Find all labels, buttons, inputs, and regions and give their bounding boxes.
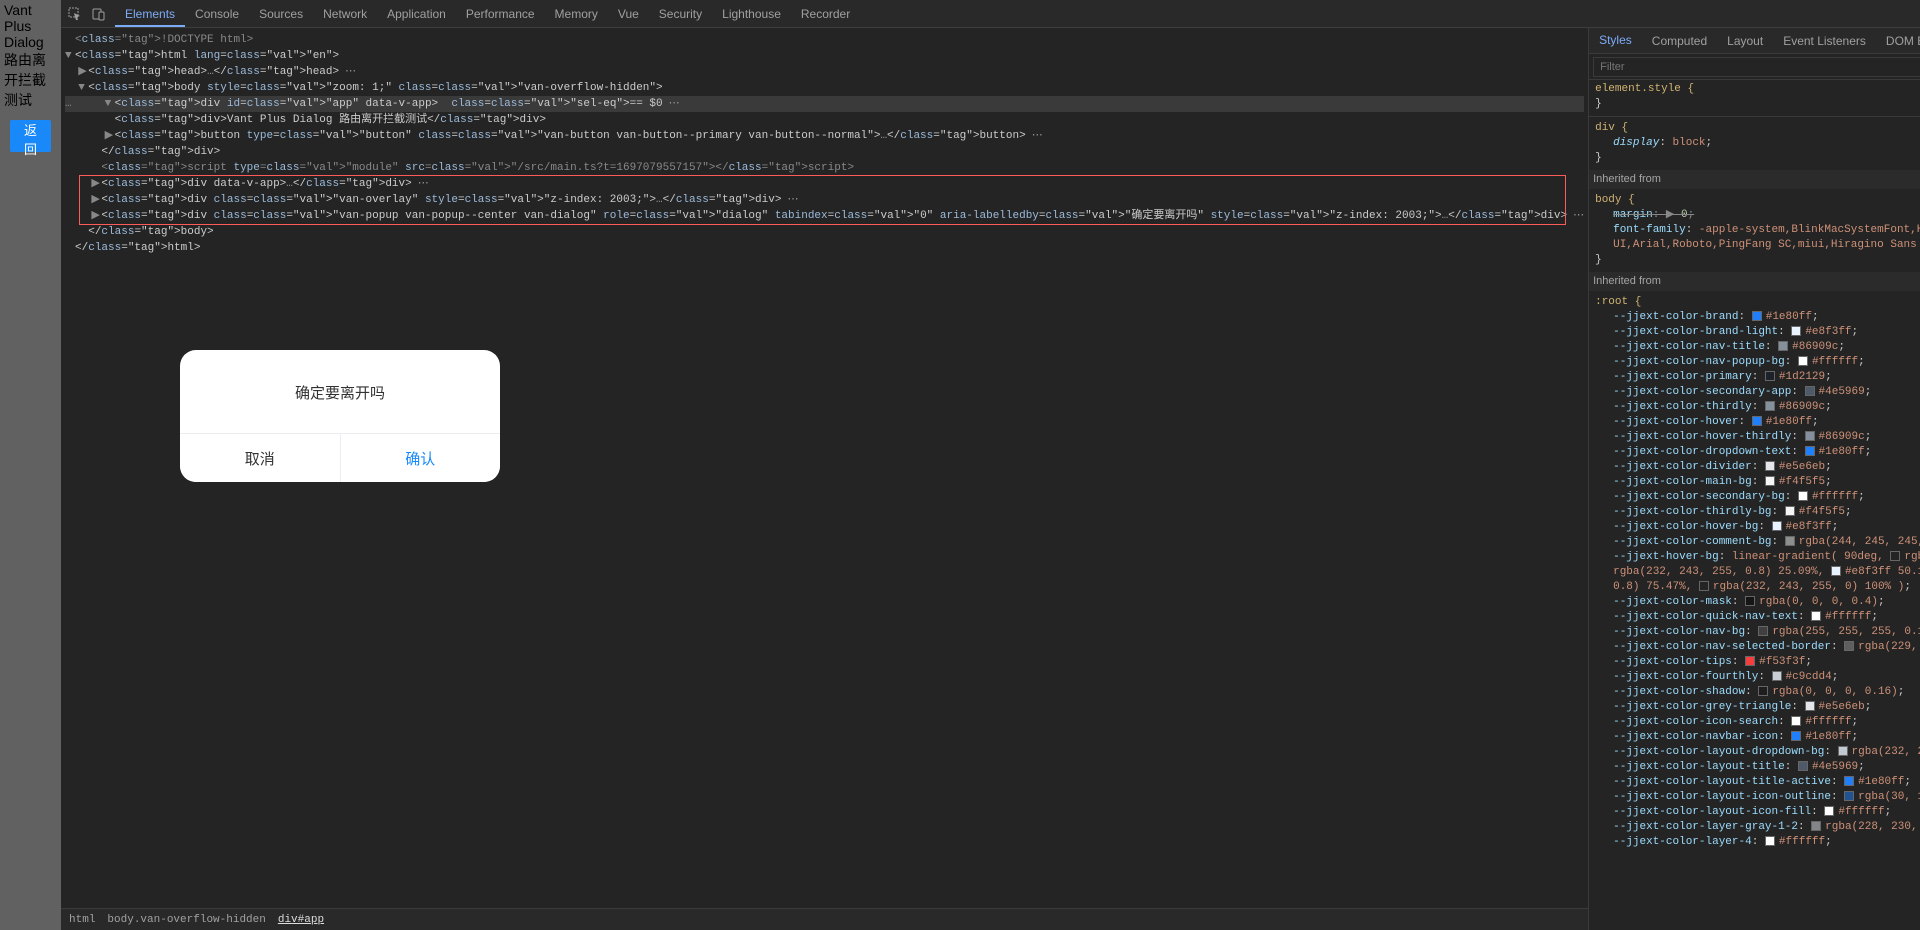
style-rules[interactable]: element.style {}user agent stylesheetdiv… [1589,80,1920,930]
dom-line[interactable]: <class="tag">div>Vant Plus Dialog 路由离开拦截… [65,112,1584,128]
breadcrumb-item[interactable]: body.van-overflow-hidden [107,914,265,926]
dom-tree[interactable]: <class="tag">!DOCTYPE html>▼<class="tag"… [61,28,1588,260]
styles-subtabs: StylesComputedLayoutEvent ListenersDOM B… [1589,28,1920,54]
app-header: Vant Plus Dialog 路由离开拦截测试 [0,0,61,112]
dom-line[interactable]: <class="tag">script type=class="val">"mo… [65,160,1584,176]
dom-line[interactable]: <class="tag">!DOCTYPE html> [65,32,1584,48]
breadcrumb-item[interactable]: html [69,914,95,926]
devtools-tab-sources[interactable]: Sources [249,0,313,27]
styles-filter-input[interactable] [1593,57,1920,77]
device-toggle-icon[interactable] [91,6,107,22]
devtools-tab-performance[interactable]: Performance [456,0,545,27]
styles-subtab-event-listeners[interactable]: Event Listeners [1773,28,1876,54]
dom-line[interactable]: ▼<class="tag">body style=class="val">"zo… [65,80,1584,96]
dom-line[interactable]: ▼<class="tag">html lang=class="val">"en"… [65,48,1584,64]
devtools-tab-security[interactable]: Security [649,0,712,27]
dom-line[interactable]: ▶<class="tag">div class=class="val">"van… [65,192,1584,208]
devtools-tab-lighthouse[interactable]: Lighthouse [712,0,791,27]
styles-subtab-computed[interactable]: Computed [1642,28,1717,54]
back-button[interactable]: 返回 [10,120,51,152]
styles-subtab-layout[interactable]: Layout [1717,28,1773,54]
devtools-toolbar: ElementsConsoleSourcesNetworkApplication… [61,0,1920,28]
styles-subtab-styles[interactable]: Styles [1589,28,1642,54]
devtools-tab-recorder[interactable]: Recorder [791,0,860,27]
elements-dom-column: <class="tag">!DOCTYPE html>▼<class="tag"… [61,28,1588,930]
dom-line[interactable]: ▶<class="tag">div data-v-app>…</class="t… [65,176,1584,192]
devtools-tab-network[interactable]: Network [313,0,377,27]
dom-line[interactable]: </class="tag">html> [65,240,1584,256]
devtools-tabs: ElementsConsoleSourcesNetworkApplication… [115,0,1920,27]
dom-line[interactable]: </class="tag">div> [65,144,1584,160]
devtools-panel: ElementsConsoleSourcesNetworkApplication… [61,0,1920,930]
inspect-icon[interactable] [67,6,83,22]
devtools-tab-memory[interactable]: Memory [545,0,608,27]
devtools-tab-console[interactable]: Console [185,0,249,27]
styles-subtab-dom-breakpoints[interactable]: DOM Breakpoints [1876,28,1920,54]
app-preview-panel: Vant Plus Dialog 路由离开拦截测试 返回 确定要离开吗 取消 确… [0,0,61,930]
devtools-tab-vue[interactable]: Vue [608,0,649,27]
dom-line[interactable]: … ▼<class="tag">div id=class="val">"app"… [65,96,1584,112]
styles-column: StylesComputedLayoutEvent ListenersDOM B… [1588,28,1920,930]
breadcrumb-item[interactable]: div#app [278,914,324,926]
dom-line[interactable]: ▶<class="tag">div class=class="val">"van… [65,208,1584,224]
styles-filter-row: :hov .cls ＋ [1589,54,1920,80]
dom-line[interactable]: </class="tag">body> [65,224,1584,240]
devtools-tab-elements[interactable]: Elements [115,0,185,27]
dom-line[interactable]: ▶<class="tag">head>…</class="tag">head>⋯ [65,64,1584,80]
devtools-tab-application[interactable]: Application [377,0,456,27]
dom-breadcrumb[interactable]: html body.van-overflow-hidden div#app [61,908,1588,930]
dom-line[interactable]: ▶<class="tag">button type=class="val">"b… [65,128,1584,144]
